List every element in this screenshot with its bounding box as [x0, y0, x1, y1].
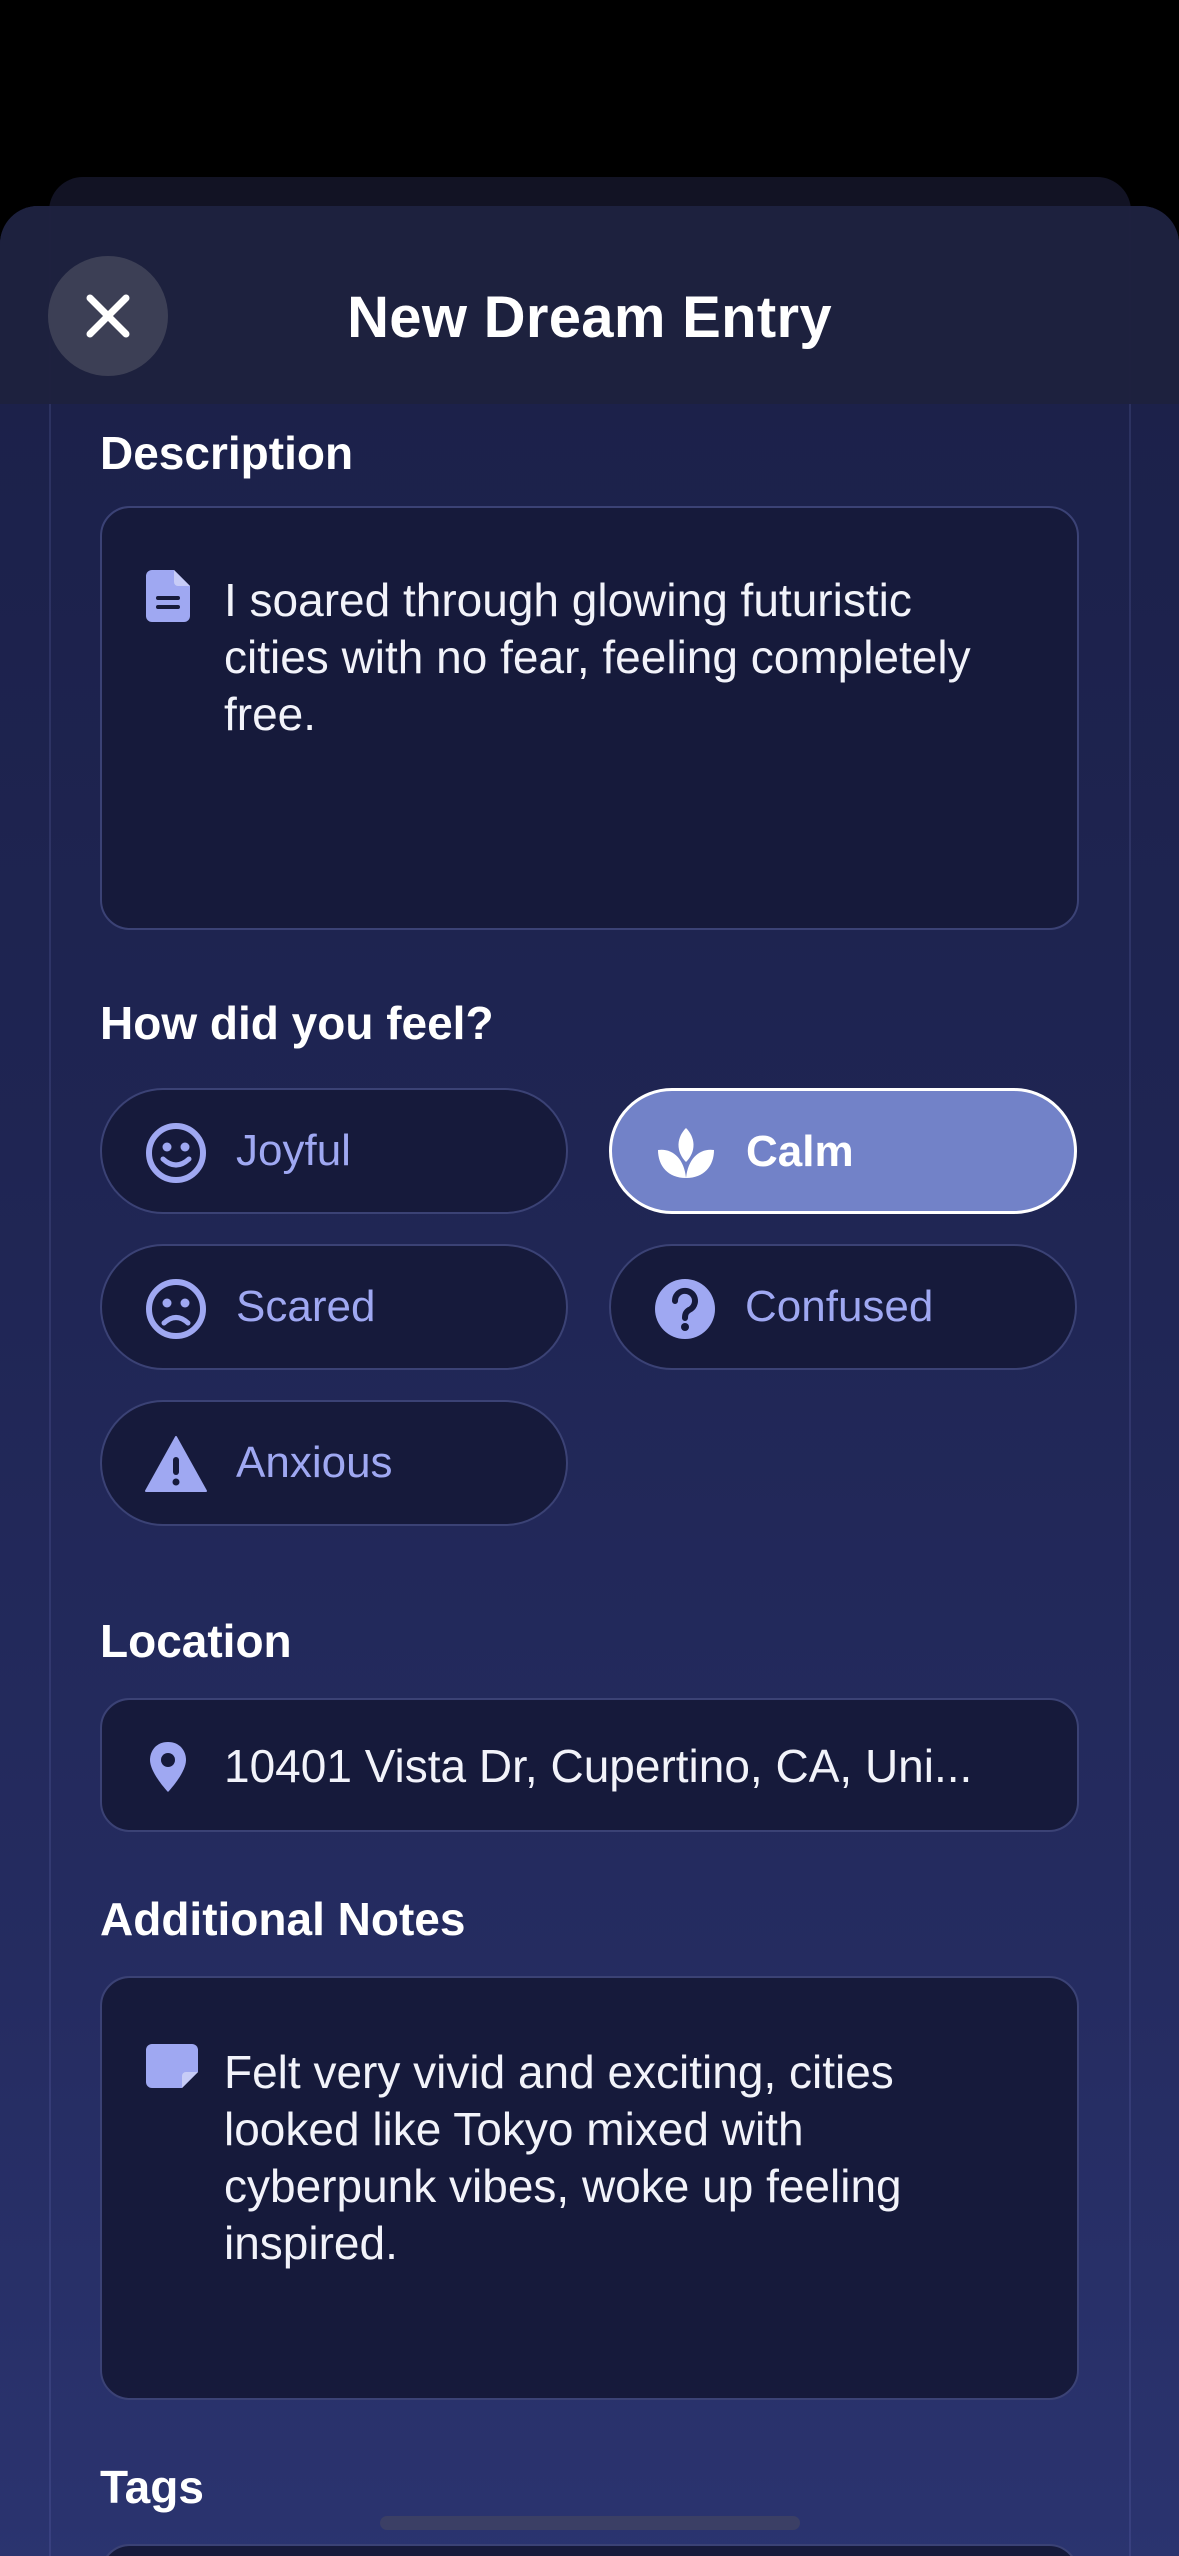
location-field[interactable]: 10401 Vista Dr, Cupertino, CA, Uni... [100, 1698, 1079, 1832]
lotus-icon [658, 1128, 714, 1178]
mood-joyful[interactable]: Joyful [100, 1088, 568, 1214]
tags-field[interactable] [100, 2544, 1079, 2556]
description-text: I soared through glowing futuristic citi… [224, 574, 971, 740]
smile-icon [146, 1123, 206, 1183]
home-indicator[interactable] [380, 2516, 800, 2530]
note-icon [146, 2044, 198, 2088]
mood-label: Scared [236, 1282, 376, 1331]
location-label: Location [100, 1615, 292, 1667]
mood-scared[interactable]: Scared [100, 1244, 568, 1370]
feelings-label: How did you feel? [100, 997, 494, 1049]
dream-entry-sheet: New Dream Entry Description I soared thr… [0, 206, 1179, 2556]
mood-confused[interactable]: Confused [609, 1244, 1077, 1370]
mood-label: Joyful [236, 1126, 351, 1175]
mood-calm[interactable]: Calm [609, 1088, 1077, 1214]
frown-icon [146, 1279, 206, 1339]
description-label: Description [100, 427, 354, 479]
map-pin-icon [150, 1742, 186, 1792]
sheet-header: New Dream Entry [0, 206, 1179, 404]
mood-anxious[interactable]: Anxious [100, 1400, 568, 1526]
warning-triangle-icon [145, 1436, 207, 1492]
mood-label: Confused [745, 1282, 934, 1331]
description-field[interactable]: I soared through glowing futuristic citi… [100, 506, 1079, 930]
notes-label: Additional Notes [100, 1893, 466, 1945]
mood-label: Anxious [236, 1438, 393, 1487]
tags-label: Tags [100, 2461, 204, 2513]
location-text: 10401 Vista Dr, Cupertino, CA, Uni... [224, 1740, 973, 1792]
notes-field[interactable]: Felt very vivid and exciting, cities loo… [100, 1976, 1079, 2400]
notes-text: Felt very vivid and exciting, cities loo… [224, 2046, 902, 2269]
document-icon [146, 570, 190, 622]
mood-label: Calm [746, 1127, 854, 1176]
page-title: New Dream Entry [347, 285, 832, 350]
question-circle-icon [655, 1279, 715, 1339]
